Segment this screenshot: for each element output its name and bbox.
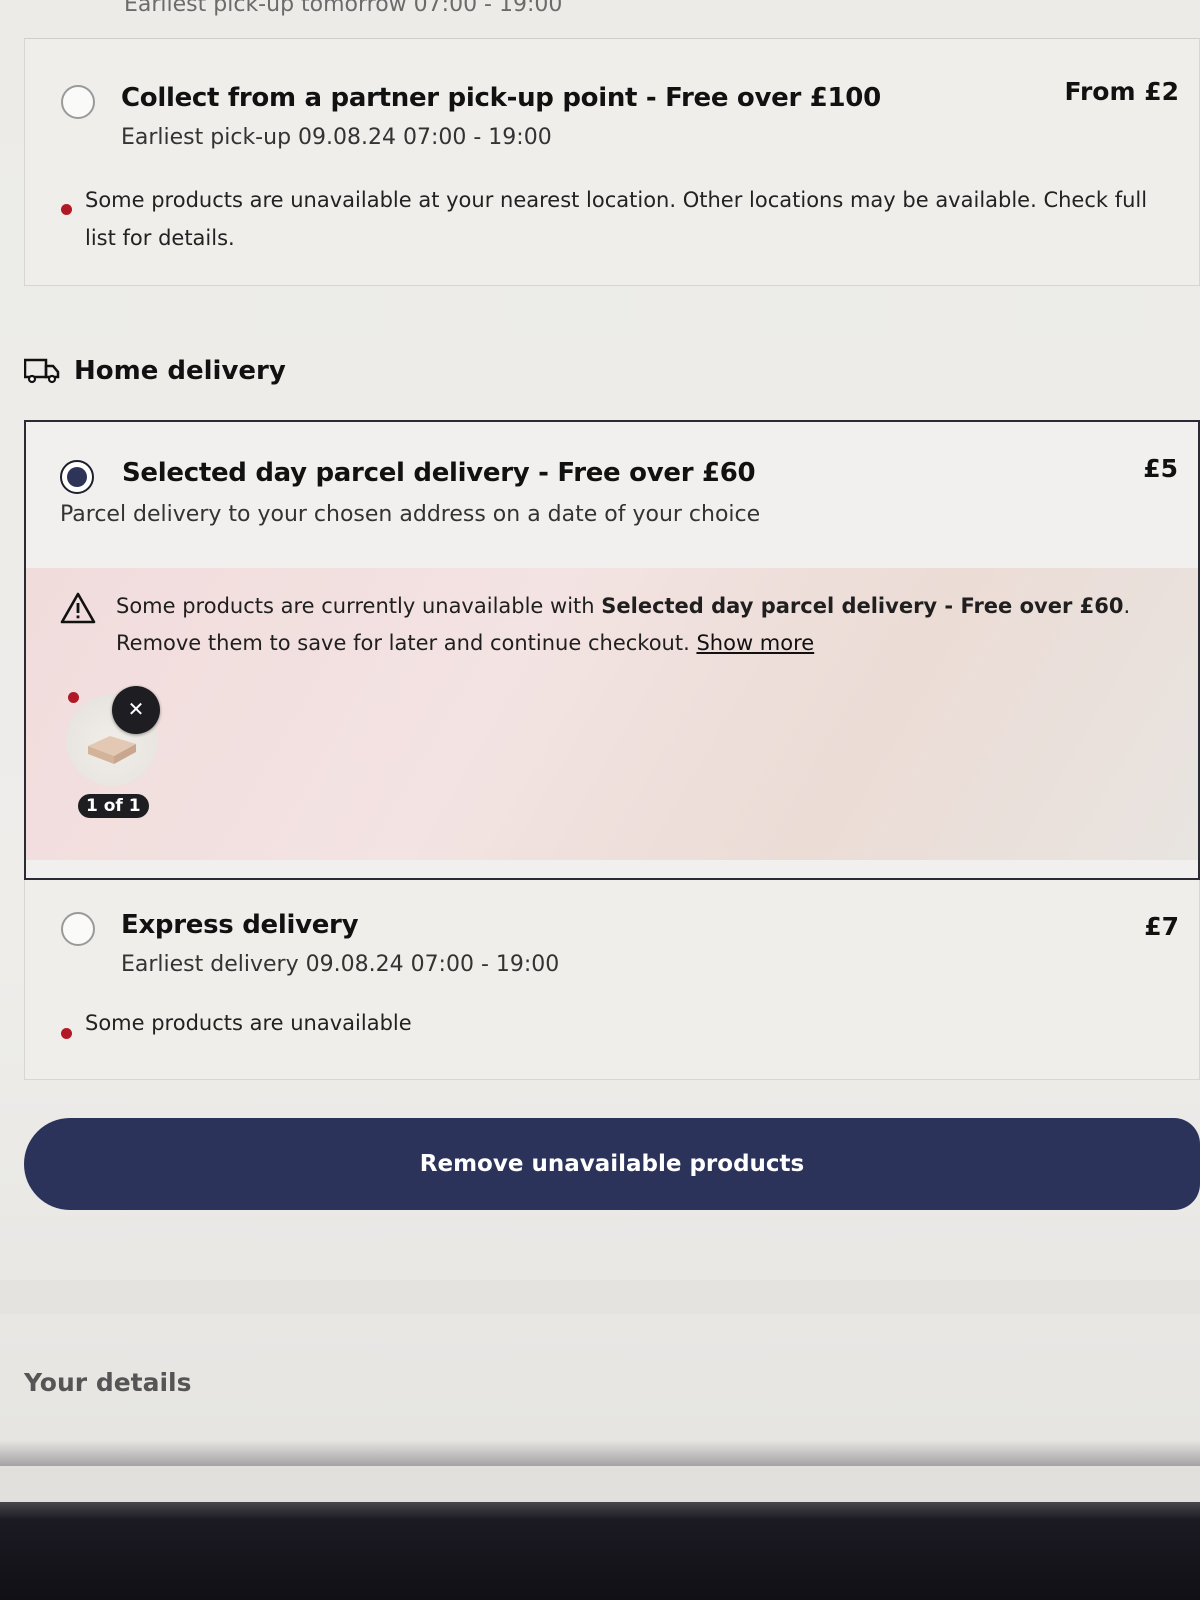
warning-text-bold: Selected day parcel delivery - Free over… bbox=[601, 594, 1124, 618]
show-more-link[interactable]: Show more bbox=[696, 631, 814, 655]
warning-icon bbox=[60, 592, 96, 624]
warning-message: Some products are currently unavailable … bbox=[116, 588, 1156, 662]
checkout-delivery-page: Earliest pick-up tomorrow 07:00 - 19:00 … bbox=[0, 0, 1200, 1520]
unavailable-dot bbox=[68, 692, 79, 703]
truck-icon bbox=[24, 358, 60, 384]
pickup-option-title: Collect from a partner pick-up point - F… bbox=[121, 83, 881, 113]
selected-day-radio[interactable] bbox=[60, 460, 94, 494]
selected-day-option-card[interactable]: Selected day parcel delivery - Free over… bbox=[24, 420, 1200, 880]
home-delivery-heading: Home delivery bbox=[24, 356, 286, 386]
express-radio[interactable] bbox=[61, 912, 95, 946]
divider-band bbox=[0, 1280, 1200, 1314]
your-details-heading: Your details bbox=[24, 1368, 192, 1397]
express-title: Express delivery bbox=[121, 910, 359, 940]
remove-product-button[interactable]: ✕ bbox=[112, 686, 160, 734]
item-counter: 1 of 1 bbox=[78, 794, 149, 818]
selected-day-price: £5 bbox=[1143, 454, 1178, 483]
pickup-option-subtitle: Earliest pick-up 09.08.24 07:00 - 19:00 bbox=[121, 125, 552, 150]
selected-day-title: Selected day parcel delivery - Free over… bbox=[122, 458, 756, 488]
divider-band bbox=[0, 1466, 1200, 1502]
pickup-notice: Some products are unavailable at your ne… bbox=[85, 188, 1148, 250]
express-price: £7 bbox=[1144, 912, 1179, 941]
unavailable-dot bbox=[61, 1028, 72, 1039]
selected-day-subtitle: Parcel delivery to your chosen address o… bbox=[60, 502, 761, 527]
express-notice: Some products are unavailable bbox=[85, 1011, 412, 1035]
warning-text-start: Some products are currently unavailable … bbox=[116, 594, 602, 618]
cut-off-text: Earliest pick-up tomorrow 07:00 - 19:00 bbox=[124, 0, 563, 17]
unavailable-dot bbox=[61, 204, 72, 215]
pickup-radio[interactable] bbox=[61, 85, 95, 119]
express-option-card[interactable]: Express delivery Earliest delivery 09.08… bbox=[24, 880, 1200, 1080]
pickup-price: From £2 bbox=[1064, 77, 1179, 106]
express-subtitle: Earliest delivery 09.08.24 07:00 - 19:00 bbox=[121, 952, 560, 977]
home-delivery-title: Home delivery bbox=[74, 356, 286, 386]
pickup-option-card[interactable]: Collect from a partner pick-up point - F… bbox=[24, 38, 1200, 286]
remove-unavailable-products-button[interactable]: Remove unavailable products bbox=[24, 1118, 1200, 1210]
unavailable-warning-panel: Some products are currently unavailable … bbox=[26, 568, 1198, 860]
